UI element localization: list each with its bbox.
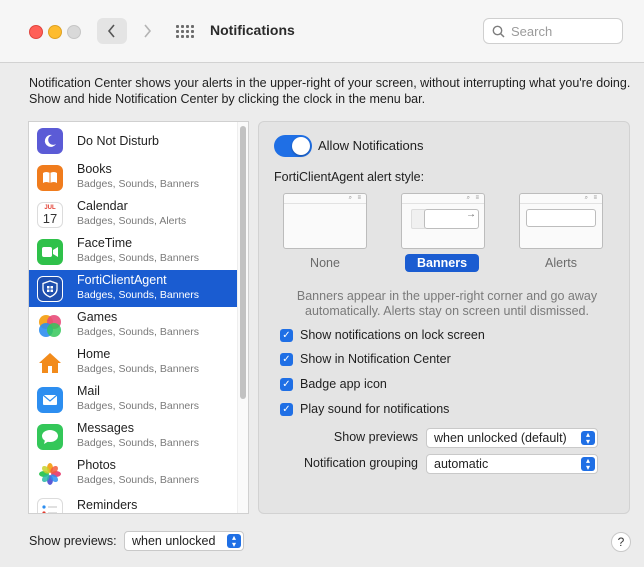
show-previews-label: Show previews	[333, 430, 418, 444]
app-subtitle: Badges, Sounds, Banners	[77, 326, 200, 338]
checkmark-icon: ✓	[280, 402, 293, 416]
allow-notifications-toggle[interactable]	[274, 135, 312, 157]
checkbox-play-sound[interactable]: ✓ Play sound for notifications	[280, 401, 449, 417]
style-option-banners[interactable]: Banners	[405, 254, 480, 272]
app-row-facetime[interactable]: FaceTime Badges, Sounds, Banners	[29, 233, 237, 270]
app-row-reminders[interactable]: Reminders	[29, 492, 237, 513]
books-icon	[37, 165, 63, 191]
app-name: Mail	[77, 384, 100, 398]
app-subtitle: Badges, Sounds, Banners	[77, 474, 200, 486]
style-preview-banners[interactable]: ⌕ ≡ →	[401, 193, 485, 249]
description-text: Notification Center shows your alerts in…	[29, 76, 631, 106]
checkbox-badge-app-icon[interactable]: ✓ Badge app icon	[280, 376, 387, 392]
app-name: Home	[77, 347, 111, 361]
app-row-do-not-disturb[interactable]: Do Not Disturb	[29, 122, 237, 159]
photos-icon	[37, 461, 63, 487]
search-field[interactable]: Search	[483, 18, 623, 44]
style-option-alerts[interactable]: Alerts	[519, 256, 603, 270]
app-subtitle: Badges, Sounds, Banners	[77, 252, 200, 264]
app-subtitle: Badges, Sounds, Banners	[77, 289, 200, 301]
home-icon	[37, 350, 63, 376]
arrow-right-icon: →	[466, 209, 476, 220]
chevron-updown-icon: ▴ ▾	[581, 457, 595, 472]
moon-icon	[37, 128, 63, 154]
allow-notifications-label: Allow Notifications	[318, 138, 424, 153]
style-preview-none[interactable]: ⌕ ≡	[283, 193, 367, 249]
notification-grouping-select[interactable]: automatic ▴ ▾	[426, 454, 598, 474]
list-scroll-thumb[interactable]	[240, 126, 246, 399]
app-row-calendar[interactable]: JUL 17 Calendar Badges, Sounds, Alerts	[29, 196, 237, 233]
app-subtitle: Badges, Sounds, Banners	[77, 178, 200, 190]
chevron-left-icon	[107, 24, 115, 38]
zoom-button[interactable]	[67, 25, 81, 39]
checkbox-notification-center[interactable]: ✓ Show in Notification Center	[280, 351, 451, 367]
minimize-button[interactable]	[48, 25, 62, 39]
app-name: Do Not Disturb	[77, 134, 159, 148]
checkbox-label: Show notifications on lock screen	[300, 328, 485, 342]
notification-grouping-value: automatic	[434, 457, 489, 471]
app-name: FaceTime	[77, 236, 133, 250]
show-previews-value: when unlocked (default)	[434, 431, 567, 445]
app-name: FortiClientAgent	[77, 273, 167, 287]
chevron-updown-icon: ▴ ▾	[227, 534, 241, 549]
app-row-mail[interactable]: Mail Badges, Sounds, Banners	[29, 381, 237, 418]
app-row-games[interactable]: Games Badges, Sounds, Banners	[29, 307, 237, 344]
app-subtitle: Badges, Sounds, Alerts	[77, 215, 187, 227]
app-name: Messages	[77, 421, 134, 435]
reminders-icon	[37, 498, 63, 513]
search-placeholder: Search	[511, 23, 553, 39]
app-name: Books	[77, 162, 112, 176]
app-subtitle: Badges, Sounds, Banners	[77, 400, 200, 412]
app-name: Reminders	[77, 498, 138, 512]
chevron-updown-icon: ▴ ▾	[581, 431, 595, 446]
checkbox-label: Show in Notification Center	[300, 352, 451, 366]
forward-button[interactable]	[134, 18, 160, 44]
app-name: Games	[77, 310, 118, 324]
app-row-forticlientagent[interactable]: FortiClientAgent Badges, Sounds, Banners	[29, 270, 237, 307]
games-icon	[37, 313, 63, 339]
chevron-right-icon	[144, 24, 152, 38]
calendar-icon: JUL 17	[37, 202, 63, 228]
close-button[interactable]	[29, 25, 43, 39]
app-list[interactable]: Do Not Disturb Books Badges, Sounds, Ban…	[28, 121, 249, 514]
title-bar: Notifications Search	[0, 0, 644, 63]
checkmark-icon: ✓	[280, 328, 293, 342]
notifications-window: Notifications Search Notification Center…	[0, 0, 644, 567]
style-option-none[interactable]: None	[283, 256, 367, 270]
help-button[interactable]: ?	[611, 532, 631, 552]
toggle-knob	[292, 137, 310, 155]
app-row-home[interactable]: Home Badges, Sounds, Banners	[29, 344, 237, 381]
checkbox-lock-screen[interactable]: ✓ Show notifications on lock screen	[280, 327, 485, 343]
checkmark-icon: ✓	[280, 352, 293, 366]
search-icon	[492, 25, 505, 38]
style-preview-alerts[interactable]: ⌕ ≡	[519, 193, 603, 249]
window-title: Notifications	[210, 22, 295, 38]
bottom-show-previews-label: Show previews:	[29, 534, 117, 548]
bottom-show-previews-value: when unlocked	[132, 534, 216, 548]
bottom-show-previews-select[interactable]: when unlocked ▴ ▾	[124, 531, 244, 551]
facetime-icon	[37, 239, 63, 265]
alert-style-label: FortiClientAgent alert style:	[274, 170, 425, 184]
app-row-messages[interactable]: Messages Badges, Sounds, Banners	[29, 418, 237, 455]
notification-grouping-label: Notification grouping	[304, 456, 418, 470]
messages-icon	[37, 424, 63, 450]
mail-icon	[37, 387, 63, 413]
show-all-button[interactable]	[175, 21, 195, 41]
app-name: Photos	[77, 458, 116, 472]
back-button[interactable]	[97, 18, 127, 44]
app-name: Calendar	[77, 199, 128, 213]
checkbox-label: Play sound for notifications	[300, 402, 450, 416]
app-subtitle: Badges, Sounds, Banners	[77, 437, 200, 449]
app-subtitle: Badges, Sounds, Banners	[77, 363, 200, 375]
alert-style-hint: Banners appear in the upper-right corner…	[296, 289, 598, 318]
checkbox-label: Badge app icon	[300, 377, 387, 391]
show-previews-select[interactable]: when unlocked (default) ▴ ▾	[426, 428, 598, 448]
app-row-books[interactable]: Books Badges, Sounds, Banners	[29, 159, 237, 196]
forticlient-icon	[37, 276, 63, 302]
checkmark-icon: ✓	[280, 377, 293, 391]
app-row-photos[interactable]: Photos Badges, Sounds, Banners	[29, 455, 237, 492]
